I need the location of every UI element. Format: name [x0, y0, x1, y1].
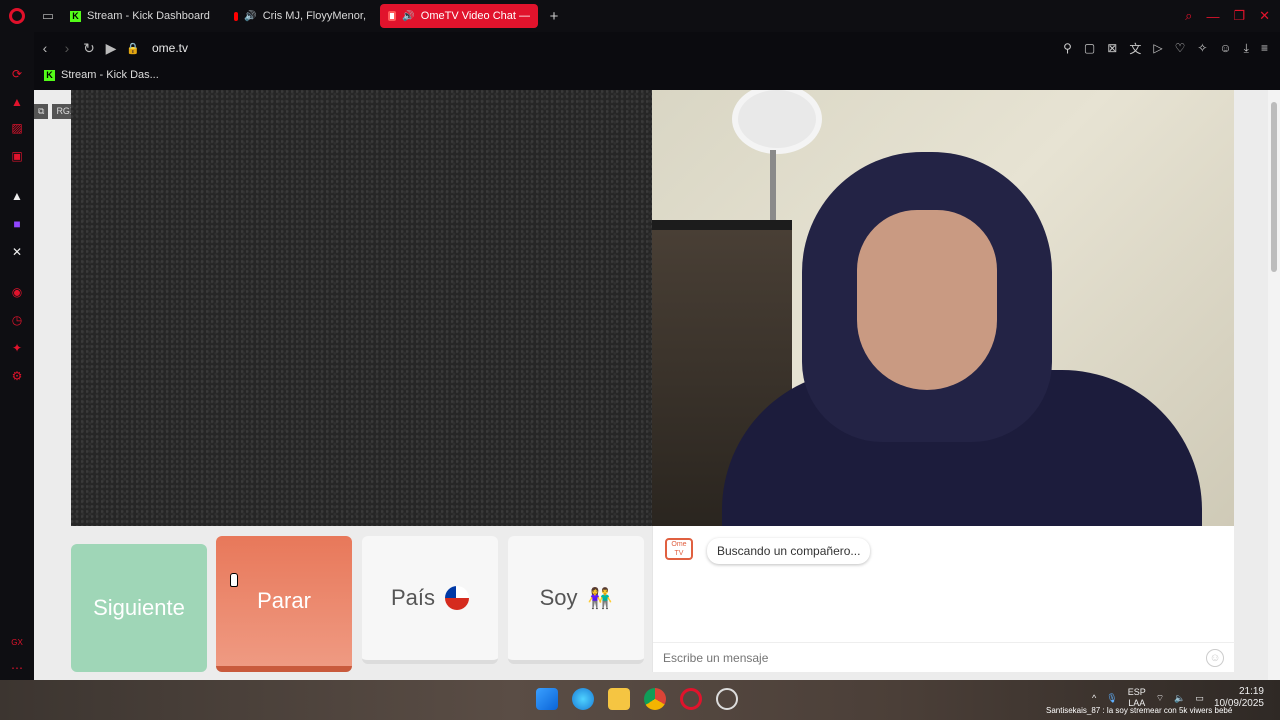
- restore-icon[interactable]: ❐: [1233, 8, 1245, 24]
- translate-icon[interactable]: 文: [1129, 40, 1141, 57]
- edge-icon[interactable]: [572, 688, 594, 710]
- gender-label: Soy: [539, 585, 578, 610]
- snapshot-icon[interactable]: ▢: [1084, 41, 1095, 55]
- ometv-page: ⧉ RGX Siguiente Parar País Soy 👫 Ome TV …: [34, 90, 1268, 680]
- pin-icon[interactable]: ⚲: [1063, 41, 1072, 55]
- fan-pole: [770, 150, 776, 230]
- minimize-icon[interactable]: —: [1206, 9, 1219, 24]
- tab-label: Cris MJ, FloyyMenor,: [262, 10, 366, 22]
- tab-kick-dashboard[interactable]: K Stream - Kick Dashboard: [62, 4, 220, 28]
- status-bubble: Buscando un compañero...: [707, 538, 871, 564]
- new-tab-plus-icon[interactable]: +: [544, 8, 564, 25]
- speaker-icon[interactable]: 🔊: [402, 11, 414, 22]
- mouse-cursor-icon: [230, 573, 238, 587]
- twitch-icon[interactable]: ■: [9, 216, 25, 232]
- close-icon[interactable]: ✕: [1259, 8, 1270, 24]
- emoji-icon[interactable]: ☺: [1206, 649, 1224, 667]
- bookmarks-bar: K Stream - Kick Das...: [34, 64, 159, 86]
- volume-icon[interactable]: 🔈: [1174, 693, 1185, 704]
- stream-chat-overlay: Santisekais_87 : la soy stremear con 5k …: [1046, 706, 1233, 715]
- country-label: País: [390, 585, 436, 610]
- lock-icon[interactable]: 🔒: [122, 42, 144, 55]
- tab-grid-icon[interactable]: ▭: [34, 0, 62, 32]
- menu-icon[interactable]: ≡: [1261, 41, 1268, 55]
- more-icon[interactable]: ⋯: [9, 660, 25, 676]
- shelf-top: [652, 220, 792, 230]
- window-controls: ⌕ — ❐ ✕: [1185, 0, 1280, 32]
- gx-label: GX: [11, 637, 23, 647]
- wall-fan: [732, 90, 822, 154]
- couple-icon: 👫: [587, 587, 613, 610]
- popout-icon[interactable]: ⧉: [34, 104, 49, 119]
- aria-icon[interactable]: ▲: [9, 94, 25, 110]
- tab-label: OmeTV Video Chat —: [420, 10, 530, 22]
- kick-icon: K: [70, 10, 81, 22]
- kick-icon: K: [44, 69, 55, 81]
- settings-gear-icon[interactable]: ⚙: [9, 368, 25, 384]
- adblock-icon[interactable]: ⊠: [1107, 41, 1117, 55]
- stop-label: Parar: [257, 588, 311, 613]
- tab-ometv[interactable]: 🔊 OmeTV Video Chat —: [380, 4, 538, 28]
- opera-gx-taskbar-icon[interactable]: [680, 688, 702, 710]
- history-icon[interactable]: ◷: [9, 312, 25, 328]
- ometv-logo-icon: Ome TV: [665, 538, 693, 560]
- battery-icon[interactable]: ▭: [1195, 693, 1204, 704]
- camera-icon[interactable]: ▶: [100, 40, 122, 57]
- ometv-icon: [388, 11, 397, 21]
- extensions-sidebar-icon[interactable]: ✦: [9, 340, 25, 356]
- taskbar-apps: [536, 688, 738, 710]
- chrome-icon[interactable]: [644, 688, 666, 710]
- kick-sidebar-icon[interactable]: ▲: [9, 188, 25, 204]
- screen: ⟳ ▲ ▨ ▣ ▲ ■ ✕ ◉ ◷ ✦ ⚙ GX ⋯ ▭ K Stream - …: [0, 0, 1280, 720]
- opera-gx-logo-icon[interactable]: [0, 0, 34, 32]
- steam-icon[interactable]: [716, 688, 738, 710]
- player-icon[interactable]: ◉: [9, 284, 25, 300]
- x-twitter-icon[interactable]: ✕: [9, 244, 25, 260]
- download-icon[interactable]: ⤓: [1244, 41, 1249, 56]
- scrollbar-thumb[interactable]: [1271, 102, 1277, 272]
- tab-youtube[interactable]: 🔊 Cris MJ, FloyyMenor,: [226, 4, 374, 28]
- gender-button[interactable]: Soy 👫: [508, 536, 644, 664]
- microphone-icon[interactable]: 🎙: [1106, 693, 1117, 704]
- reload-icon[interactable]: ↻: [78, 40, 100, 57]
- profile-icon[interactable]: ☺: [1219, 41, 1231, 55]
- search-icon[interactable]: ⌕: [1185, 8, 1192, 24]
- tab-bar: ▭ K Stream - Kick Dashboard 🔊 Cris MJ, F…: [0, 0, 1280, 32]
- back-icon[interactable]: ‹: [34, 40, 56, 56]
- mods-icon[interactable]: ▨: [9, 120, 25, 136]
- stop-button[interactable]: Parar: [216, 536, 352, 672]
- message-input[interactable]: [653, 642, 1235, 672]
- browser-sidebar: ⟳ ▲ ▨ ▣ ▲ ■ ✕ ◉ ◷ ✦ ⚙ GX ⋯: [0, 32, 34, 680]
- url-text[interactable]: ome.tv: [152, 41, 188, 55]
- heart-icon[interactable]: ♡: [1175, 41, 1186, 55]
- toolbar-icons: ⚲ ▢ ⊠ 文 ▷ ♡ ✧ ☺ ⤓ ≡: [1063, 34, 1268, 62]
- wifi-icon[interactable]: ⌔: [1156, 693, 1164, 704]
- country-button[interactable]: País: [362, 536, 498, 664]
- page-scrollbar[interactable]: [1268, 90, 1280, 680]
- extensions-icon[interactable]: ✧: [1197, 41, 1207, 55]
- speaker-icon[interactable]: 🔊: [244, 11, 256, 22]
- youtube-icon: [234, 11, 239, 21]
- play-icon[interactable]: ▷: [1153, 41, 1162, 55]
- person-face: [857, 210, 997, 390]
- forward-icon[interactable]: ›: [56, 40, 78, 56]
- next-button[interactable]: Siguiente: [71, 544, 207, 672]
- bookmark-kick-dashboard[interactable]: Stream - Kick Das...: [61, 69, 159, 81]
- chevron-up-icon[interactable]: ^: [1092, 693, 1096, 703]
- self-camera-video: [652, 90, 1234, 526]
- refresh-ai-icon[interactable]: ⟳: [9, 66, 25, 82]
- file-explorer-icon[interactable]: [608, 688, 630, 710]
- address-bar: ‹ › ↻ ▶ 🔒 ome.tv ⚲ ▢ ⊠ 文 ▷ ♡ ✧ ☺ ⤓ ≡: [34, 34, 1280, 62]
- windows-start-icon[interactable]: [536, 688, 558, 710]
- next-label: Siguiente: [93, 595, 185, 620]
- music-icon[interactable]: ▣: [9, 148, 25, 164]
- chat-panel: Ome TV Buscando un compañero... ☺: [652, 526, 1235, 672]
- chile-flag-icon: [445, 586, 470, 610]
- partner-video-static: [71, 90, 652, 526]
- tab-label: Stream - Kick Dashboard: [87, 10, 210, 22]
